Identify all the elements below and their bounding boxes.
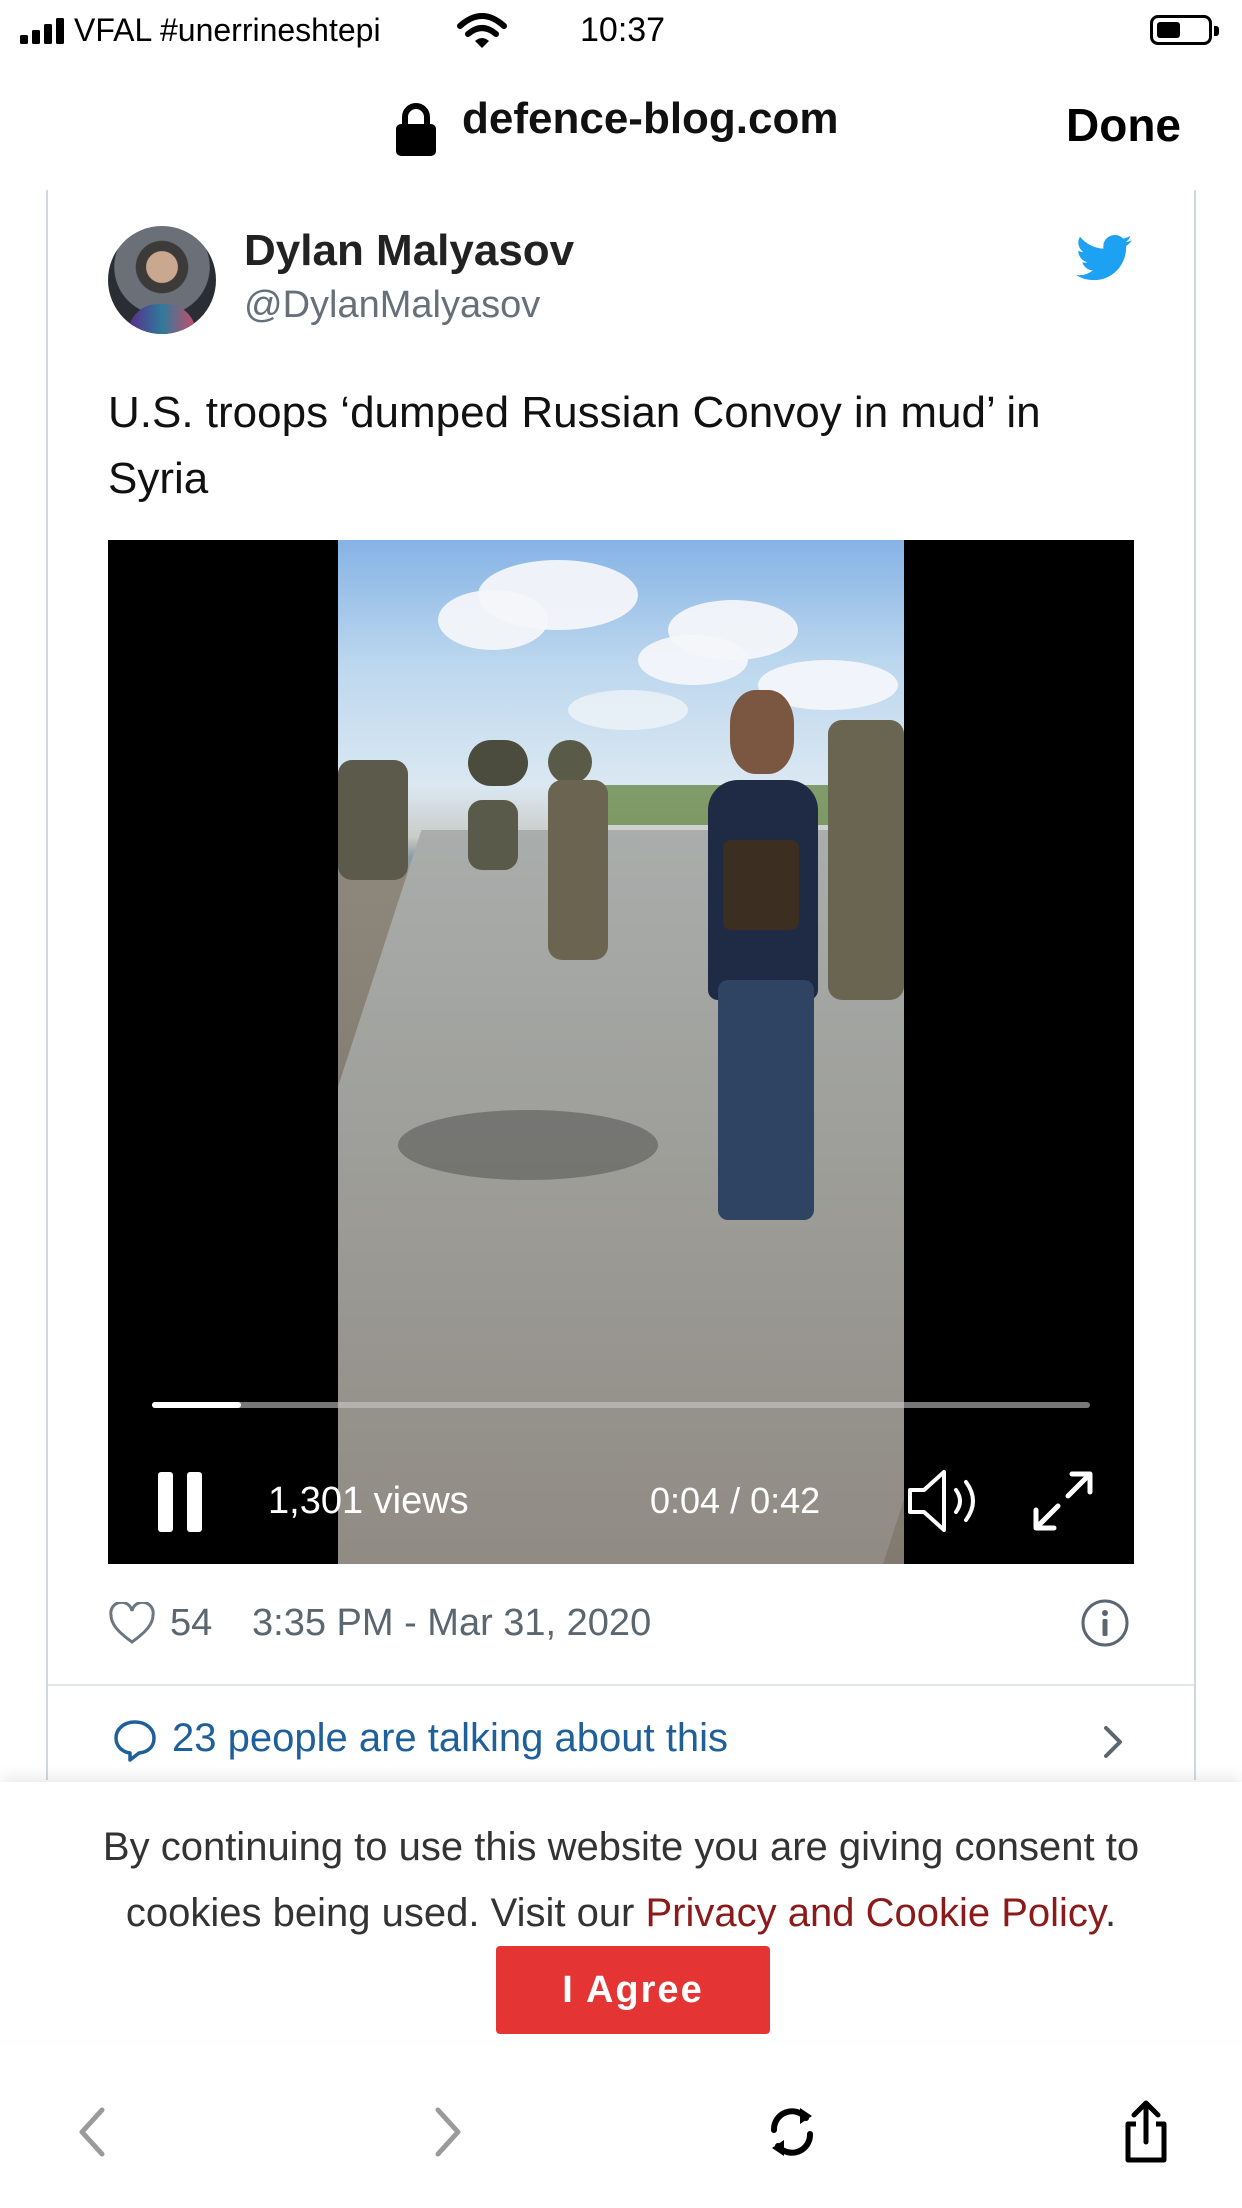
wifi-icon	[457, 13, 507, 48]
video-time: 0:04 / 0:42	[650, 1480, 821, 1521]
tweet-author[interactable]: Dylan Malyasov	[244, 226, 574, 276]
info-icon[interactable]	[1080, 1598, 1130, 1648]
share-icon[interactable]	[1116, 2100, 1176, 2164]
status-bar: VFAL #unerrineshtepi 10:37	[0, 0, 1242, 64]
divider	[48, 1684, 1194, 1686]
avatar[interactable]	[108, 226, 216, 334]
signal-icon	[20, 18, 66, 44]
volume-icon[interactable]	[906, 1466, 986, 1536]
video-progress-fill	[152, 1402, 242, 1408]
conversation-text[interactable]: 23 people are talking about this	[172, 1716, 728, 1761]
cookie-banner: By continuing to use this website you ar…	[0, 1782, 1242, 2040]
tweet-timestamp[interactable]: 3:35 PM - Mar 31, 2020	[252, 1602, 651, 1645]
refresh-icon[interactable]	[762, 2100, 822, 2164]
video-player[interactable]: 1,301 views 0:04 / 0:42	[108, 540, 1134, 1564]
privacy-policy-link[interactable]: Privacy and Cookie Policy	[646, 1891, 1105, 1935]
tweet-text: U.S. troops ‘dumped Russian Convoy in mu…	[108, 388, 1041, 503]
tweet-handle[interactable]: @DylanMalyasov	[244, 284, 540, 327]
forward-icon[interactable]	[416, 2100, 476, 2164]
back-icon[interactable]	[64, 2100, 124, 2164]
video-progress[interactable]	[152, 1402, 1090, 1408]
video-views: 1,301 views	[268, 1480, 469, 1522]
fullscreen-icon[interactable]	[1028, 1466, 1098, 1536]
browser-toolbar	[0, 2080, 1242, 2208]
conversation-link[interactable]: 23 people are talking about this	[108, 1710, 1138, 1770]
tweet-meta: 54 3:35 PM - Mar 31, 2020	[108, 1596, 1138, 1656]
clock: 10:37	[580, 11, 666, 49]
pause-icon[interactable]	[158, 1472, 204, 1532]
twitter-bird-icon[interactable]	[1076, 234, 1132, 282]
cookie-message: By continuing to use this website you ar…	[30, 1814, 1212, 1946]
done-button[interactable]: Done	[1066, 98, 1181, 152]
lock-icon	[396, 103, 436, 156]
cookie-text-end: .	[1104, 1891, 1117, 1935]
carrier-name: VFAL #unerrineshtepi	[74, 12, 381, 48]
battery-icon	[1150, 15, 1219, 45]
comment-bubble-icon	[114, 1720, 156, 1762]
browser-header: defence-blog.com Done	[0, 64, 1242, 190]
chevron-right-icon[interactable]	[1098, 1722, 1128, 1762]
like-count: 54	[170, 1602, 213, 1644]
heart-icon[interactable]	[108, 1602, 156, 1646]
video-frame	[338, 540, 904, 1564]
battery-fill	[1157, 22, 1180, 38]
agree-button[interactable]: I Agree	[496, 1946, 770, 2034]
page-domain: defence-blog.com	[462, 94, 839, 143]
